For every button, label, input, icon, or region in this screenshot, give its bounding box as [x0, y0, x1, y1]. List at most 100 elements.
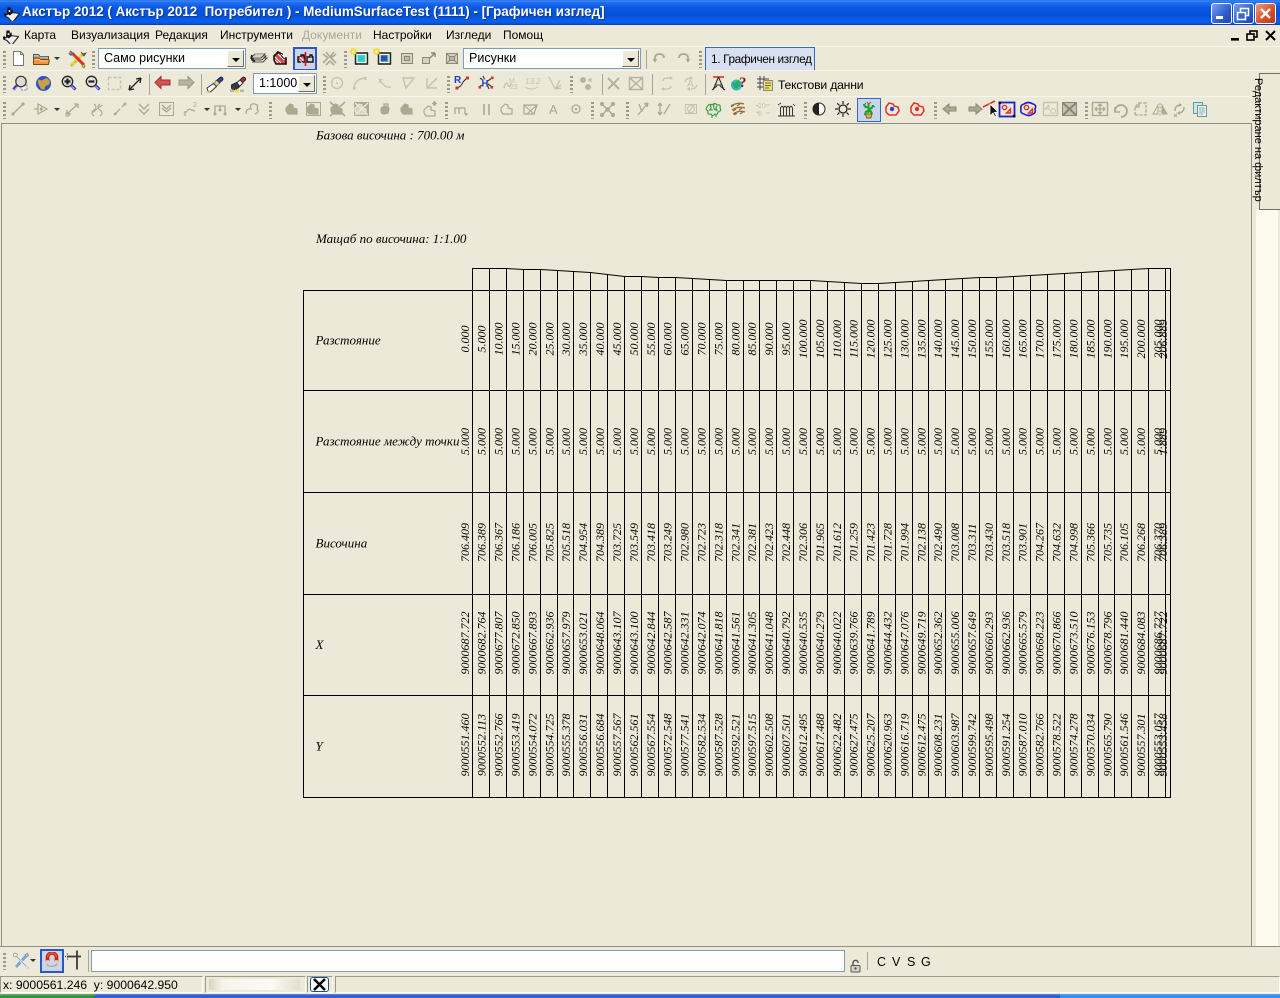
svg-text:5.000: 5.000 [458, 428, 472, 455]
svg-text:5.000: 5.000 [864, 428, 878, 455]
svg-text:9000681.440: 9000681.440 [1117, 612, 1131, 675]
svg-text:105.000: 105.000 [813, 320, 827, 359]
svg-text:9000554.072: 9000554.072 [525, 714, 539, 777]
svg-text:9000557.567: 9000557.567 [610, 713, 624, 777]
svg-text:5.000: 5.000 [830, 428, 844, 455]
svg-text:702.490: 702.490 [931, 523, 945, 562]
svg-text:703.725: 703.725 [610, 523, 624, 562]
svg-text:5.000: 5.000 [610, 428, 624, 455]
svg-text:9000592.521: 9000592.521 [728, 714, 742, 777]
svg-text:9000673.510: 9000673.510 [1066, 612, 1080, 675]
svg-text:9000570.034: 9000570.034 [1083, 714, 1097, 777]
svg-text:9000648.064: 9000648.064 [593, 612, 607, 675]
svg-text:9000687.722: 9000687.722 [458, 612, 472, 675]
svg-text:30.000: 30.000 [559, 323, 573, 357]
svg-text:9000639.766: 9000639.766 [847, 612, 861, 675]
svg-text:60.000: 60.000 [661, 323, 675, 356]
svg-text:5.000: 5.000 [1083, 428, 1097, 455]
svg-text:Базова височина : 700.00 м: Базова височина : 700.00 м [315, 128, 464, 143]
svg-text:704.389: 704.389 [593, 523, 607, 562]
svg-text:9000561.546: 9000561.546 [1117, 714, 1131, 777]
svg-text:701.612: 701.612 [830, 523, 844, 562]
svg-text:703.901: 703.901 [1016, 523, 1030, 562]
svg-text:9000616.719: 9000616.719 [897, 714, 911, 777]
svg-text:5.000: 5.000 [965, 428, 979, 455]
svg-text:5.000: 5.000 [880, 428, 894, 455]
svg-text:5.000: 5.000 [593, 428, 607, 455]
svg-text:150.000: 150.000 [965, 320, 979, 359]
svg-text:9000582.766: 9000582.766 [1033, 714, 1047, 777]
svg-text:5.000: 5.000 [695, 428, 709, 455]
svg-text:9000687.722: 9000687.722 [1156, 612, 1170, 675]
svg-text:5.000: 5.000 [796, 428, 810, 455]
svg-text:703.008: 703.008 [948, 523, 962, 562]
svg-text:155.000: 155.000 [982, 319, 996, 358]
svg-text:706.367: 706.367 [492, 522, 506, 562]
svg-text:702.448: 702.448 [779, 523, 793, 562]
svg-text:5.000: 5.000 [627, 428, 641, 455]
svg-text:5.000: 5.000 [576, 428, 590, 455]
svg-text:9000565.790: 9000565.790 [1100, 714, 1114, 777]
svg-text:5.000: 5.000 [559, 428, 573, 455]
svg-text:1.889: 1.889 [1156, 428, 1170, 455]
svg-text:140.000: 140.000 [931, 320, 945, 359]
svg-text:9000660.293: 9000660.293 [982, 611, 996, 674]
svg-text:705.518: 705.518 [559, 523, 573, 562]
svg-text:9000627.475: 9000627.475 [847, 714, 861, 777]
svg-text:5.000: 5.000 [678, 428, 692, 455]
svg-text:180.000: 180.000 [1066, 320, 1080, 359]
svg-text:5.000: 5.000 [509, 428, 523, 455]
svg-text:120.000: 120.000 [864, 320, 878, 359]
svg-text:Разстояние между точки: Разстояние между точки [315, 434, 460, 449]
svg-text:9000643.100: 9000643.100 [627, 612, 641, 675]
svg-text:5.000: 5.000 [1016, 428, 1030, 455]
svg-text:110.000: 110.000 [830, 320, 844, 358]
svg-text:9000567.554: 9000567.554 [644, 714, 658, 777]
svg-text:23: 23 [510, 84, 518, 91]
svg-text:Разстояние: Разстояние [315, 333, 381, 348]
svg-text:5.000: 5.000 [1134, 428, 1148, 455]
svg-text:9000641.561: 9000641.561 [728, 612, 742, 675]
svg-text:9000642.844: 9000642.844 [644, 612, 658, 675]
svg-text:9000676.153: 9000676.153 [1083, 612, 1097, 675]
svg-text:185.000: 185.000 [1083, 320, 1097, 359]
svg-text:X: X [315, 637, 325, 652]
svg-text:704.632: 704.632 [1050, 523, 1064, 562]
svg-text:5.000: 5.000 [779, 428, 793, 455]
svg-text:170.000: 170.000 [1033, 320, 1047, 359]
svg-text:9000557.301: 9000557.301 [1134, 714, 1148, 777]
svg-text:9000578.522: 9000578.522 [1050, 714, 1064, 777]
svg-text:9000653.021: 9000653.021 [576, 612, 590, 675]
svg-text:5.000: 5.000 [475, 428, 489, 455]
svg-text:9000643.107: 9000643.107 [610, 611, 624, 675]
svg-text:9000672.850: 9000672.850 [509, 612, 523, 675]
svg-text:9000677.807: 9000677.807 [492, 611, 506, 675]
svg-text:35.000: 35.000 [576, 323, 590, 357]
svg-text:9000556.684: 9000556.684 [593, 714, 607, 777]
svg-text:160.000: 160.000 [999, 320, 1013, 359]
svg-text:9000641.305: 9000641.305 [745, 612, 759, 675]
svg-text:165.000: 165.000 [1016, 320, 1030, 359]
svg-text:9000641.048: 9000641.048 [762, 612, 776, 675]
svg-text:1: 1 [183, 111, 187, 118]
svg-text:145.000: 145.000 [948, 320, 962, 359]
svg-text:9000620.963: 9000620.963 [880, 714, 894, 777]
svg-text:9000582.534: 9000582.534 [695, 714, 709, 777]
svg-text:40.000: 40.000 [593, 323, 607, 356]
svg-text:5.000: 5.000 [999, 428, 1013, 455]
svg-text:706.389: 706.389 [1156, 523, 1170, 562]
svg-text:9000641.818: 9000641.818 [711, 612, 725, 675]
svg-text:190.000: 190.000 [1100, 320, 1114, 359]
svg-text:9000591.254: 9000591.254 [999, 714, 1013, 777]
svg-text:5.000: 5.000 [475, 326, 489, 353]
svg-text:701.259: 701.259 [847, 523, 861, 562]
svg-text:9000641.789: 9000641.789 [864, 612, 878, 675]
svg-text:5.000: 5.000 [982, 428, 996, 455]
svg-text:100.000: 100.000 [796, 320, 810, 359]
svg-text:9000554.725: 9000554.725 [542, 714, 556, 777]
svg-text:9000602.508: 9000602.508 [762, 714, 776, 777]
svg-text:Височина: Височина [316, 536, 368, 551]
svg-text:704.267: 704.267 [1033, 522, 1047, 562]
svg-text:200.000: 200.000 [1134, 320, 1148, 359]
svg-text:9000644.432: 9000644.432 [880, 612, 894, 675]
